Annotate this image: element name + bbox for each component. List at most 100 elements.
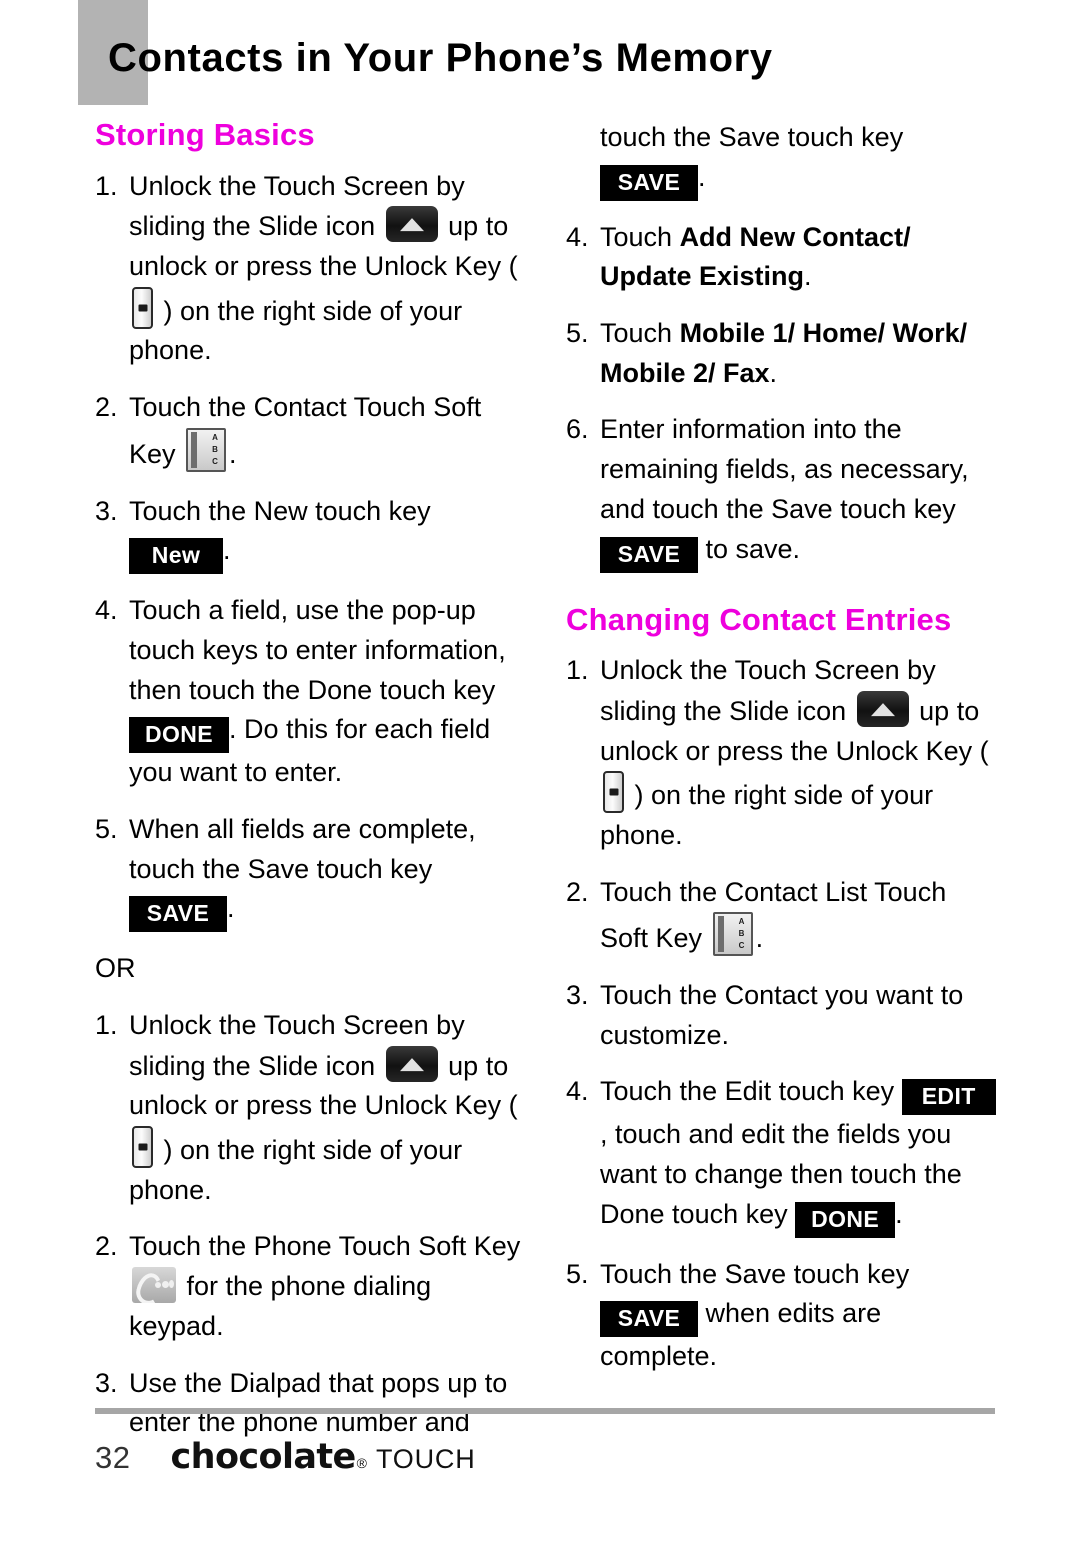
step-text: Touch Add New Contact/ Update Existing.	[600, 221, 911, 292]
touch-key-badge-done[interactable]: DONE	[129, 717, 229, 754]
emphasis-text: Mobile 1/ Home/ Work/ Mobile 2/ Fax	[600, 318, 968, 388]
key-dot-glyph	[138, 304, 147, 312]
step-number: 4.	[566, 1076, 589, 1107]
up-arrow-glyph	[399, 1057, 424, 1071]
left-column: Storing Basics 1. Unlock the Touch Screen…	[95, 117, 525, 1460]
page-header: Contacts in Your Phone’s Memory	[0, 0, 1080, 112]
step-text: Touch the Contact List Touch Soft Key AB…	[600, 873, 996, 959]
footer-content: 32 chocolate ® TOUCH	[95, 1437, 476, 1477]
step-number: 5.	[566, 318, 589, 349]
brand-name: chocolate	[170, 1437, 356, 1477]
touch-key-badge-save[interactable]: SAVE	[600, 536, 698, 573]
step-text: touch the Save touch key SAVE.	[600, 118, 996, 201]
section-heading-storing-basics: Storing Basics	[95, 117, 315, 152]
slide-icon	[385, 1045, 438, 1082]
instruction-step: 6. Enter information into the remaining f…	[566, 410, 996, 573]
step-number: 2.	[95, 1231, 118, 1262]
step-number: 1.	[566, 655, 589, 686]
step-number: 2.	[95, 392, 118, 423]
touch-key-badge-save[interactable]: SAVE	[129, 896, 227, 933]
handset-glyph	[133, 1270, 166, 1304]
touch-key-badge-new[interactable]: New	[129, 538, 223, 575]
section-heading-changing-contact-entries: Changing Contact Entries	[566, 601, 952, 637]
phone-icon	[132, 1267, 176, 1304]
abc-tabs-glyph: ABC	[738, 917, 745, 951]
instruction-step: 5. When all fields are complete, touch th…	[95, 810, 525, 933]
step-text: Touch a field, use the pop-up touch keys…	[129, 595, 506, 788]
up-arrow-glyph	[870, 703, 895, 717]
registered-trademark-icon: ®	[356, 1455, 367, 1471]
instruction-step: 4. Touch Add New Contact/ Update Existing…	[566, 218, 996, 297]
step-text: Unlock the Touch Screen by sliding the S…	[600, 655, 989, 850]
step-text: Touch the New touch key New.	[129, 492, 525, 575]
touch-key-badge-edit[interactable]: EDIT	[901, 1079, 996, 1116]
key-dot-glyph	[609, 788, 618, 796]
page-columns: Storing Basics 1. Unlock the Touch Screen…	[0, 117, 1080, 1437]
page-footer: 32 chocolate ® TOUCH	[0, 1407, 1080, 1552]
sound-wave-glyph	[162, 1281, 169, 1289]
storing-basics-alt-step-list: 1. Unlock the Touch Screen by sliding the…	[95, 1006, 525, 1443]
instruction-step: 1. Unlock the Touch Screen by sliding the…	[566, 651, 996, 855]
unlock-key-icon	[132, 286, 153, 329]
slide-icon	[856, 690, 909, 727]
contacts-icon: ABC	[712, 912, 753, 957]
brand-logo: chocolate ® TOUCH	[170, 1437, 475, 1477]
step-number: 6.	[566, 414, 589, 445]
instruction-step: 1. Unlock the Touch Screen by sliding the…	[95, 167, 525, 371]
page-title: Contacts in Your Phone’s Memory	[108, 36, 773, 80]
step-number: 5.	[566, 1258, 589, 1289]
step-text: Touch the Save touch key SAVE when edits…	[600, 1258, 910, 1372]
emphasis-text: Add New Contact/ Update Existing	[600, 221, 911, 292]
step-number: 1.	[95, 170, 118, 201]
step-text: Touch the Edit touch key EDIT, touch and…	[600, 1072, 996, 1238]
unlock-key-icon	[132, 1126, 153, 1169]
changing-contact-entries-step-list: 1. Unlock the Touch Screen by sliding the…	[566, 651, 996, 1377]
step-text: Touch the Contact you want to customize.	[600, 980, 964, 1050]
touch-key-badge-save[interactable]: SAVE	[600, 1301, 698, 1338]
step-text: Touch the Contact Touch Soft Key ABC.	[129, 388, 525, 474]
instruction-step: 4. Touch the Edit touch key EDIT, touch a…	[566, 1072, 996, 1238]
sound-wave-glyph	[169, 1280, 174, 1289]
page-number: 32	[95, 1440, 131, 1475]
abc-tabs-glyph: ABC	[212, 432, 218, 466]
storing-basics-step-list-continued: 4. Touch Add New Contact/ Update Existing…	[566, 218, 996, 573]
brand-suffix: TOUCH	[376, 1444, 476, 1474]
touch-key-badge-done[interactable]: DONE	[795, 1201, 896, 1238]
step-text: Unlock the Touch Screen by sliding the S…	[129, 1010, 518, 1205]
contacts-icon: ABC	[186, 427, 227, 472]
book-spine-glyph	[191, 431, 198, 468]
or-label: OR	[95, 953, 136, 984]
step-text: Touch the Phone Touch Soft Key for the p…	[129, 1231, 521, 1341]
instruction-step: 2. Touch the Phone Touch Soft Key for the…	[95, 1227, 525, 1346]
instruction-step: 3. Touch the New touch key New.	[95, 492, 525, 575]
step-number: 4.	[95, 595, 118, 626]
continued-step: touch the Save touch key SAVE.	[566, 118, 996, 201]
touch-key-badge-save[interactable]: SAVE	[600, 164, 698, 201]
step-number: 1.	[95, 1010, 118, 1041]
storing-basics-step-list: 1. Unlock the Touch Screen by sliding the…	[95, 167, 525, 933]
step-text: Enter information into the remaining fie…	[600, 410, 996, 573]
key-dot-glyph	[138, 1143, 147, 1151]
step-number: 3.	[95, 495, 118, 526]
instruction-step: 5. Touch the Save touch key SAVE when edi…	[566, 1255, 996, 1377]
up-arrow-glyph	[399, 218, 424, 232]
slide-icon	[385, 206, 438, 243]
instruction-step: 3. Touch the Contact you want to customiz…	[566, 976, 996, 1055]
book-spine-glyph	[717, 916, 724, 953]
instruction-step: 1. Unlock the Touch Screen by sliding the…	[95, 1006, 525, 1210]
step-text: When all fields are complete, touch the …	[129, 810, 525, 933]
instruction-step: 2. Touch the Contact List Touch Soft Key …	[566, 873, 996, 959]
instruction-step: 4. Touch a field, use the pop-up touch ke…	[95, 591, 525, 793]
step-number: 4.	[566, 221, 589, 252]
step-number: 3.	[566, 980, 589, 1011]
instruction-step: 5. Touch Mobile 1/ Home/ Work/ Mobile 2/ …	[566, 314, 996, 393]
unlock-key-icon	[603, 771, 624, 814]
footer-divider	[95, 1408, 995, 1414]
step-text: Touch Mobile 1/ Home/ Work/ Mobile 2/ Fa…	[600, 318, 968, 388]
step-number: 3.	[95, 1367, 118, 1398]
step-number: 2.	[566, 876, 589, 907]
right-column: touch the Save touch key SAVE. 4. Touch A…	[566, 118, 996, 1394]
step-number: 5.	[95, 813, 118, 844]
step-text: Unlock the Touch Screen by sliding the S…	[129, 170, 518, 366]
instruction-step: 2. Touch the Contact Touch Soft Key ABC.	[95, 388, 525, 474]
